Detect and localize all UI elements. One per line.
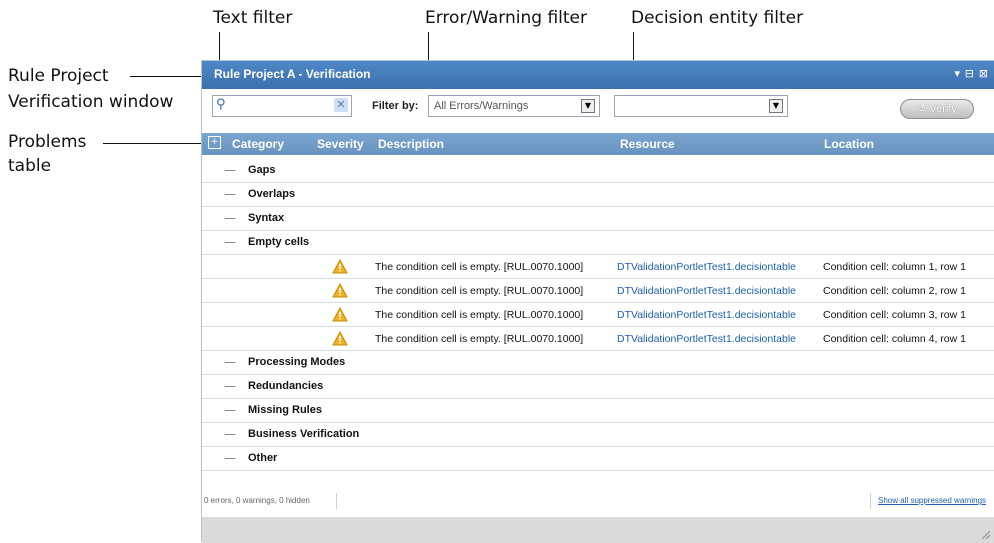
verify-label: Verify <box>929 103 957 115</box>
problem-location: Condition cell: column 1, row 1 <box>823 261 966 273</box>
text-filter-callout: Text filter <box>213 8 293 28</box>
problem-description: The condition cell is empty. [RUL.0070.1… <box>375 333 584 345</box>
decision-entity-filter-callout: Decision entity filter <box>631 8 804 28</box>
maximize-icon[interactable]: ⊠ <box>979 67 988 80</box>
category-name: Business Verification <box>248 428 360 440</box>
category-row-syntax[interactable]: — Syntax <box>202 207 994 231</box>
search-icon: ⚲ <box>216 97 226 112</box>
category-row-other[interactable]: — Other <box>202 447 994 471</box>
collapse-icon[interactable]: — <box>224 403 236 417</box>
category-row-overlaps[interactable]: — Overlaps <box>202 183 994 207</box>
category-row-business-verification[interactable]: — Business Verification <box>202 423 994 447</box>
category-row-missing-rules[interactable]: — Missing Rules <box>202 399 994 423</box>
category-row-processing-modes[interactable]: — Processing Modes <box>202 351 994 375</box>
collapse-icon[interactable]: — <box>224 187 236 201</box>
column-header-description[interactable]: Description <box>378 137 444 151</box>
problems-callout-line1: Problems <box>8 132 87 152</box>
problem-resource-link[interactable]: DTValidationPortletTest1.decisiontable <box>617 333 796 345</box>
verification-window: Rule Project A - Verification ▾ ⊟ ⊠ ⚲ ✕ … <box>201 60 994 543</box>
divider <box>870 493 871 509</box>
category-row-empty-cells[interactable]: — Empty cells <box>202 231 994 255</box>
rule-project-callout-line1: Rule Project <box>8 66 109 86</box>
collapse-icon[interactable]: — <box>224 163 236 177</box>
search-input[interactable]: ⚲ ✕ <box>212 95 352 117</box>
rule-project-leader <box>130 76 202 77</box>
column-header-resource[interactable]: Resource <box>620 137 675 151</box>
expand-all-icon[interactable]: + <box>208 136 221 149</box>
status-text: 0 errors, 0 warnings, 0 hidden <box>204 496 310 505</box>
warning-icon <box>332 283 348 298</box>
collapse-icon[interactable]: — <box>224 379 236 393</box>
category-name: Processing Modes <box>248 356 346 368</box>
collapse-icon[interactable]: — <box>224 355 236 369</box>
problems-table-header: + Category Severity Description Resource… <box>202 133 994 155</box>
category-row-redundancies[interactable]: — Redundancies <box>202 375 994 399</box>
chevron-down-icon[interactable]: ▼ <box>769 99 783 113</box>
severity-filter-value: All Errors/Warnings <box>434 100 529 112</box>
window-title-bar: Rule Project A - Verification ▾ ⊟ ⊠ <box>202 61 994 89</box>
problem-row[interactable]: The condition cell is empty. [RUL.0070.1… <box>202 327 994 351</box>
severity-filter-select[interactable]: All Errors/Warnings ▼ <box>428 95 600 117</box>
collapse-icon[interactable]: — <box>224 211 236 225</box>
problem-description: The condition cell is empty. [RUL.0070.1… <box>375 285 584 297</box>
chevron-down-icon[interactable]: ▼ <box>581 99 595 113</box>
divider <box>336 493 337 509</box>
rule-project-callout-line2: Verification window <box>8 92 174 112</box>
problem-description: The condition cell is empty. [RUL.0070.1… <box>375 261 584 273</box>
problem-row[interactable]: The condition cell is empty. [RUL.0070.1… <box>202 255 994 279</box>
category-name: Redundancies <box>248 380 324 392</box>
collapse-icon[interactable]: — <box>224 235 236 249</box>
filter-by-label: Filter by: <box>372 100 419 112</box>
warning-icon <box>332 259 348 274</box>
problem-location: Condition cell: column 3, row 1 <box>823 309 966 321</box>
window-menu-icon[interactable]: ▾ <box>954 67 960 80</box>
category-name: Syntax <box>248 212 285 224</box>
problems-leader <box>103 143 202 144</box>
column-header-location[interactable]: Location <box>824 137 874 151</box>
problem-location: Condition cell: column 2, row 1 <box>823 285 966 297</box>
problem-row[interactable]: The condition cell is empty. [RUL.0070.1… <box>202 303 994 327</box>
collapse-icon[interactable]: — <box>224 427 236 441</box>
window-title: Rule Project A - Verification <box>214 67 371 81</box>
restore-icon[interactable]: ⊟ <box>965 67 974 80</box>
toolbar: ⚲ ✕ Filter by: All Errors/Warnings ▼ ▼ ↺… <box>202 89 994 131</box>
problem-description: The condition cell is empty. [RUL.0070.1… <box>375 309 584 321</box>
verify-button[interactable]: ↺ Verify <box>900 99 974 119</box>
category-name: Empty cells <box>248 236 310 248</box>
problem-resource-link[interactable]: DTValidationPortletTest1.decisiontable <box>617 285 796 297</box>
warning-icon <box>332 331 348 346</box>
window-bottom-bar <box>202 517 994 543</box>
column-header-severity[interactable]: Severity <box>317 137 364 151</box>
problem-resource-link[interactable]: DTValidationPortletTest1.decisiontable <box>617 309 796 321</box>
category-name: Gaps <box>248 164 276 176</box>
problem-location: Condition cell: column 4, row 1 <box>823 333 966 345</box>
problem-resource-link[interactable]: DTValidationPortletTest1.decisiontable <box>617 261 796 273</box>
warning-icon <box>332 307 348 322</box>
column-header-category[interactable]: Category <box>232 137 284 151</box>
resize-handle-icon[interactable] <box>980 529 990 539</box>
problems-callout-line2: table <box>8 156 52 176</box>
show-suppressed-warnings-link[interactable]: Show all suppressed warnings <box>878 496 986 505</box>
category-row-gaps[interactable]: — Gaps <box>202 159 994 183</box>
collapse-icon[interactable]: — <box>224 451 236 465</box>
problems-table-body: — Gaps — Overlaps — Syntax — Empty cells The… <box>202 159 994 471</box>
category-name: Missing Rules <box>248 404 322 416</box>
error-warning-filter-callout: Error/Warning filter <box>425 8 588 28</box>
category-name: Overlaps <box>248 188 296 200</box>
entity-filter-select[interactable]: ▼ <box>614 95 788 117</box>
problem-row[interactable]: The condition cell is empty. [RUL.0070.1… <box>202 279 994 303</box>
status-footer: 0 errors, 0 warnings, 0 hidden Show all … <box>202 489 994 513</box>
clear-icon[interactable]: ✕ <box>334 98 348 112</box>
category-name: Other <box>248 452 278 464</box>
